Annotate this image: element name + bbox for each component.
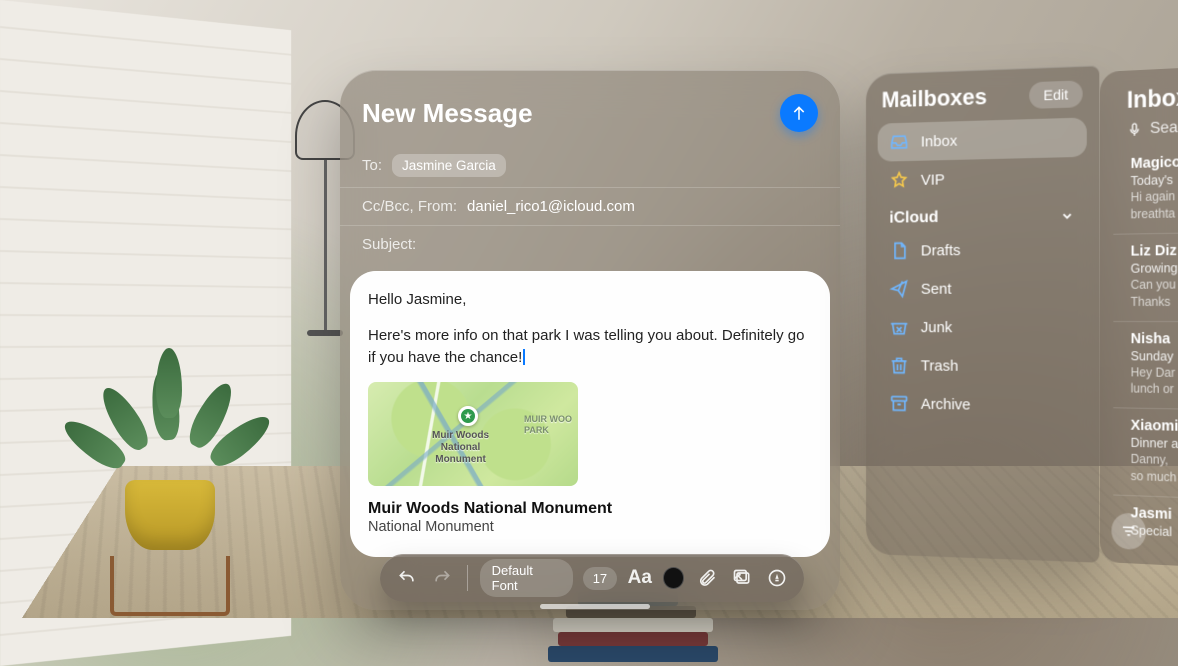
undo-button[interactable]: [394, 565, 419, 591]
inbox-title: Inbox: [1127, 79, 1178, 115]
paper-plane-icon: [889, 279, 909, 299]
paperclip-icon: [697, 568, 717, 588]
attachment-subtitle: National Monument: [368, 519, 812, 535]
message-body[interactable]: Hello Jasmine, Here's more info on that …: [350, 271, 830, 557]
trash-icon: [889, 355, 909, 375]
map-attachment-thumbnail[interactable]: Muir Woods National Monument MUIR WOO PA…: [368, 382, 578, 486]
mailbox-label: VIP: [921, 171, 945, 189]
arrow-up-icon: [790, 104, 808, 122]
document-icon: [889, 241, 909, 261]
mailbox-item-junk[interactable]: Junk: [878, 308, 1087, 347]
message-preview: Can you Thanks: [1131, 275, 1178, 310]
toolbar-separator: [467, 565, 468, 591]
subject-label: Subject:: [362, 236, 416, 253]
mailbox-item-trash[interactable]: Trash: [878, 346, 1087, 386]
inbox-message[interactable]: Liz DizGrowingCan you Thanks: [1113, 230, 1178, 320]
body-paragraph: Here's more info on that park I was tell…: [368, 325, 812, 369]
mailbox-item-archive[interactable]: Archive: [878, 384, 1087, 426]
message-subject: Growing: [1131, 259, 1178, 276]
body-greeting: Hello Jasmine,: [368, 289, 812, 311]
font-name-picker[interactable]: Default Font: [480, 559, 573, 597]
format-toolbar: Default Font 17 Aa: [380, 554, 804, 602]
text-format-button[interactable]: Aa: [627, 565, 652, 591]
inbox-tray-icon: [889, 132, 909, 153]
recipient-chip[interactable]: Jasmine Garcia: [392, 154, 506, 177]
filter-lines-icon: [1120, 522, 1137, 541]
edit-button[interactable]: Edit: [1029, 80, 1083, 109]
mailbox-label: Trash: [921, 357, 959, 374]
font-size-picker[interactable]: 17: [583, 567, 617, 590]
send-button[interactable]: [780, 94, 818, 132]
chevron-down-icon: [1060, 209, 1074, 224]
redo-icon: [432, 568, 452, 588]
mailbox-label: Inbox: [921, 132, 957, 150]
filter-button[interactable]: [1111, 512, 1146, 550]
to-label: To:: [362, 157, 382, 174]
star-icon: [889, 170, 909, 191]
attachment-title: Muir Woods National Monument: [368, 500, 812, 518]
inbox-message[interactable]: MagicoToday'sHi again breathta: [1113, 141, 1178, 233]
redo-button: [429, 565, 454, 591]
message-preview: Hey Dar lunch or: [1131, 364, 1178, 401]
microphone-icon: [1127, 121, 1142, 138]
markup-icon: [767, 568, 787, 588]
to-field[interactable]: To: Jasmine Garcia: [340, 144, 840, 188]
message-subject: Sunday: [1131, 348, 1178, 365]
map-label-main: Muir Woods National Monument: [432, 430, 489, 466]
message-from: Magico: [1131, 150, 1178, 172]
compose-window: New Message To: Jasmine Garcia Cc/Bcc, F…: [340, 70, 840, 610]
mailbox-label: Drafts: [921, 241, 961, 259]
mailbox-item-vip[interactable]: VIP: [878, 157, 1087, 200]
mailbox-label: Junk: [921, 319, 952, 336]
search-placeholder: Search: [1150, 118, 1178, 138]
mailbox-section-icloud[interactable]: iCloud: [878, 196, 1087, 232]
undo-icon: [397, 568, 417, 588]
text-cursor: [523, 349, 525, 365]
ccbcc-from-field[interactable]: Cc/Bcc, From: daniel_rico1@icloud.com: [340, 188, 840, 226]
map-pin-icon: [458, 406, 478, 426]
mailboxes-panel: Mailboxes Edit Inbox VIP iCloud Drafts S…: [866, 65, 1099, 562]
ccbcc-label: Cc/Bcc, From:: [362, 198, 457, 215]
message-from: Liz Diz: [1131, 240, 1178, 260]
mailbox-item-inbox[interactable]: Inbox: [878, 117, 1087, 161]
inbox-panel: Inbox Search MagicoToday'sHi again breat…: [1100, 62, 1178, 572]
home-indicator: [540, 604, 650, 609]
text-color-button[interactable]: [663, 567, 684, 589]
mailbox-item-drafts[interactable]: Drafts: [878, 229, 1087, 270]
junk-bin-icon: [889, 317, 909, 337]
from-value: daniel_rico1@icloud.com: [467, 198, 635, 215]
markup-button[interactable]: [765, 565, 790, 591]
mailbox-label: Archive: [921, 395, 971, 413]
mailbox-item-sent[interactable]: Sent: [878, 268, 1087, 308]
photo-stack-icon: [732, 568, 752, 588]
compose-title: New Message: [362, 98, 533, 129]
map-label-side: MUIR WOO PARK: [524, 414, 572, 436]
text-format-icon: Aa: [628, 567, 652, 589]
attach-button[interactable]: [694, 565, 719, 591]
mailbox-label: Sent: [921, 280, 952, 297]
message-from: Nisha: [1131, 330, 1178, 348]
inbox-message[interactable]: XiaomiDinner aDanny, so much: [1113, 407, 1178, 501]
search-input[interactable]: Search: [1127, 114, 1178, 139]
message-preview: Danny, so much: [1131, 451, 1178, 490]
archive-box-icon: [889, 393, 909, 413]
insert-photo-button[interactable]: [729, 565, 754, 591]
inbox-message[interactable]: Nisha SundayHey Dar lunch or: [1113, 321, 1178, 411]
message-preview: Hi again breathta: [1131, 185, 1178, 223]
subject-field[interactable]: Subject:: [340, 226, 840, 263]
mailboxes-title: Mailboxes: [882, 84, 987, 114]
